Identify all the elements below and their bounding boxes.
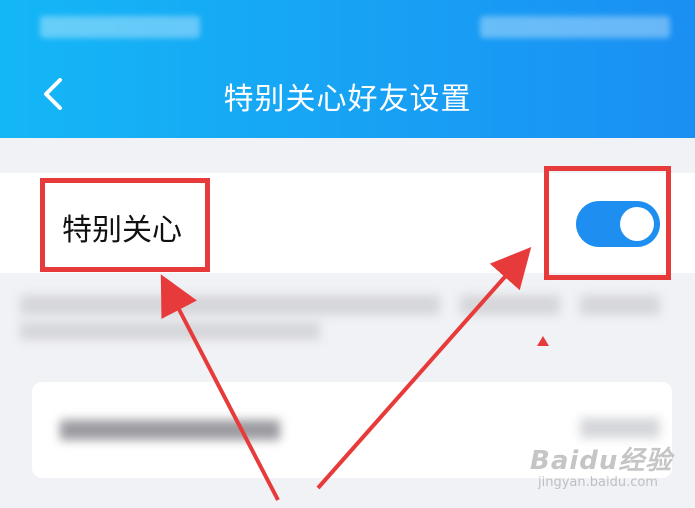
blurred-description-line bbox=[20, 295, 440, 315]
blurred-list-item bbox=[60, 420, 280, 440]
watermark-url: jingyan.baidu.com bbox=[538, 475, 658, 490]
blurred-description-line bbox=[20, 322, 320, 340]
watermark: Baidu经验 jingyan.baidu.com bbox=[530, 440, 680, 490]
status-bar-left bbox=[40, 16, 200, 38]
highlight-box-label bbox=[40, 178, 210, 272]
header-bar: 特别关心好友设置 bbox=[0, 0, 695, 138]
highlight-box-toggle bbox=[544, 166, 671, 280]
page-title: 特别关心好友设置 bbox=[223, 82, 472, 117]
blurred-description-line bbox=[580, 295, 660, 315]
watermark-brand: Baidu经验 bbox=[530, 446, 673, 476]
status-bar-right bbox=[480, 16, 670, 38]
small-red-marker bbox=[537, 336, 549, 346]
blurred-description-line bbox=[460, 295, 560, 315]
blurred-list-value bbox=[580, 418, 660, 438]
